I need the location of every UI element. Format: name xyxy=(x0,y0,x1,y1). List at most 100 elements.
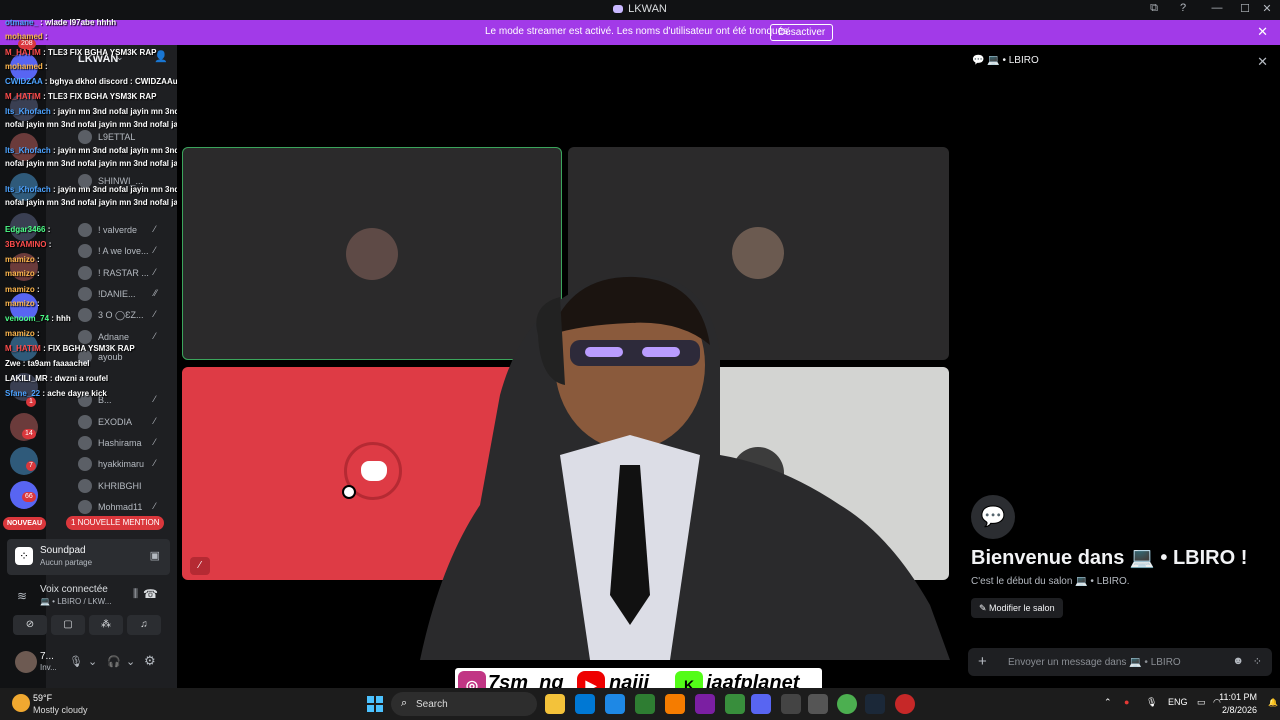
display-icon[interactable]: ▭ xyxy=(1197,697,1206,708)
tray-app-icon[interactable]: ● xyxy=(1124,697,1129,707)
banner-message: Le mode streamer est activé. Les noms d'… xyxy=(485,26,791,37)
avatar xyxy=(346,228,398,280)
settings-gear-icon[interactable]: ⚙ xyxy=(144,653,156,669)
user-status: Inv... xyxy=(40,663,57,672)
stage-mic-icon[interactable]: ⁄ xyxy=(190,557,210,575)
chat-message: mohamed : xyxy=(5,32,48,41)
close-window-button[interactable]: ✕ xyxy=(1258,2,1276,18)
inbox-icon[interactable]: ⧉ xyxy=(1145,2,1163,18)
avatar xyxy=(78,479,92,493)
disconnect-icon[interactable]: ☎ xyxy=(143,587,158,601)
disable-streamer-button[interactable]: Désactiver xyxy=(770,24,834,41)
clock-time[interactable]: 11:01 PM xyxy=(1219,692,1257,702)
start-button[interactable] xyxy=(367,696,383,712)
list-item[interactable]: Mohmad11 ⁄ xyxy=(76,498,176,518)
microphone-icon[interactable]: 🎙 xyxy=(1146,697,1157,708)
help-icon[interactable]: ? xyxy=(1174,2,1192,18)
minimize-button[interactable]: — xyxy=(1208,2,1226,18)
list-item[interactable]: hyakkimaru ⁄ xyxy=(76,455,176,475)
share-screen-icon[interactable]: ▣ xyxy=(150,549,160,562)
search-box[interactable]: ⌕ Search xyxy=(391,692,537,716)
activities-icon[interactable]: ⁂ xyxy=(89,615,123,635)
list-item[interactable]: KHRIBGHI xyxy=(76,477,176,497)
unread-badge: 14 xyxy=(22,429,36,439)
unread-badge: 7 xyxy=(26,461,36,471)
discord-taskbar-icon[interactable] xyxy=(751,694,771,714)
voice-connected-label[interactable]: Voix connectée xyxy=(40,584,108,595)
list-item[interactable]: EXODIA ⁄ xyxy=(76,413,176,433)
message-input[interactable]: Envoyer un message dans 💻 • LBIRO xyxy=(1008,657,1181,668)
welcome-subtitle: C'est le début du salon 💻 • LBIRO. xyxy=(971,576,1130,587)
chevron-up-icon[interactable]: ⌃ xyxy=(1104,697,1112,708)
avatar[interactable] xyxy=(15,651,37,673)
voice-channel-label: 💻 • LBIRO / LKW... xyxy=(40,597,112,606)
text-chat-panel: 💬 💻 • LBIRO ✕ 💬 Bienvenue dans 💻 • LBIRO… xyxy=(962,45,1280,688)
notification-bell-icon[interactable]: 🔔 xyxy=(1268,698,1278,707)
app-icon[interactable] xyxy=(808,694,828,714)
weather-icon[interactable] xyxy=(12,694,30,712)
app-icon[interactable] xyxy=(605,694,625,714)
soundpad-title: Soundpad xyxy=(40,545,86,556)
chevron-down-icon[interactable]: ⌄ xyxy=(126,655,135,668)
edge-icon[interactable] xyxy=(575,694,595,714)
chat-message: otmane_ : wlade l97abe hhhh xyxy=(5,18,117,27)
chat-bubble-icon: 💬 xyxy=(971,495,1015,539)
voice-actions: ⊘ ▢ ⁂ ♫ xyxy=(7,613,170,637)
avatar xyxy=(78,457,92,471)
user-name: 7... xyxy=(40,651,54,662)
chevron-down-icon[interactable]: ⌄ xyxy=(88,655,97,668)
speaking-indicator-icon xyxy=(342,485,356,499)
new-messages-pill[interactable]: NOUVEAU xyxy=(3,517,47,530)
avatar xyxy=(78,500,92,514)
noise-suppression-icon[interactable]: ⫼ xyxy=(133,588,138,601)
app-icon[interactable] xyxy=(635,694,655,714)
chrome-icon[interactable] xyxy=(837,694,857,714)
weather-temp[interactable]: 59°F xyxy=(33,693,52,703)
weather-desc[interactable]: Mostly cloudy xyxy=(33,705,88,715)
muted-icon: ⁄ xyxy=(154,437,156,447)
taskbar: 59°F Mostly cloudy ⌕ Search ⌃ ● 🎙 ENG ▭ … xyxy=(0,688,1280,720)
discord-logo-icon xyxy=(613,5,624,13)
clock-date[interactable]: 2/8/2026 xyxy=(1222,705,1257,715)
unread-badge: 66 xyxy=(22,492,36,502)
soundboard-icon[interactable]: ♫ xyxy=(127,615,161,635)
list-item[interactable]: Hashirama ⁄ xyxy=(76,434,176,454)
channel-header: 💬 💻 • LBIRO xyxy=(972,55,1039,66)
new-mention-pill[interactable]: 1 NOUVELLE MENTION xyxy=(66,516,165,530)
app-icon[interactable] xyxy=(781,694,801,714)
screen-share-icon[interactable]: ▢ xyxy=(51,615,85,635)
add-attachment-icon[interactable]: + xyxy=(978,653,987,670)
apps-icon[interactable]: ⁘ xyxy=(1253,655,1262,668)
app-icon[interactable] xyxy=(695,694,715,714)
voice-status: ≋ Voix connectée 💻 • LBIRO / LKW... ⫼ ☎ xyxy=(7,581,170,611)
emoji-icon[interactable]: ☻ xyxy=(1232,655,1244,667)
discord-logo-icon xyxy=(361,461,387,481)
muted-icon: ⁄ xyxy=(154,501,156,511)
microphone-icon[interactable]: 🎙 xyxy=(69,655,83,668)
webcam-overlay xyxy=(420,274,950,660)
camera-off-icon[interactable]: ⊘ xyxy=(13,615,47,635)
headphones-icon[interactable]: 🎧 xyxy=(107,655,121,668)
soundpad-icon: ⁘ xyxy=(15,547,33,565)
close-chat-icon[interactable]: ✕ xyxy=(1257,54,1268,70)
search-icon: ⌕ xyxy=(401,697,408,709)
welcome-title: Bienvenue dans 💻 • LBIRO ! xyxy=(971,547,1248,569)
maximize-button[interactable]: ☐ xyxy=(1236,2,1254,18)
avatar xyxy=(78,436,92,450)
edit-channel-button[interactable]: ✎ Modifier le salon xyxy=(971,598,1063,618)
message-composer[interactable]: + Envoyer un message dans 💻 • LBIRO ☻ ⁘ xyxy=(968,648,1272,676)
user-panel: 7... Inv... 🎙 ⌄ 🎧 ⌄ ⚙ xyxy=(7,647,170,677)
banner-close-icon[interactable]: ✕ xyxy=(1257,24,1268,40)
soundpad-panel[interactable]: ⁘ Soundpad Aucun partage ▣ xyxy=(7,539,170,575)
steam-icon[interactable] xyxy=(865,694,885,714)
app-icon[interactable] xyxy=(895,694,915,714)
thread-icon: 💬 xyxy=(972,55,988,66)
muted-icon: ⁄ xyxy=(154,416,156,426)
app-icon[interactable] xyxy=(665,694,685,714)
app-icon[interactable] xyxy=(725,694,745,714)
file-explorer-icon[interactable] xyxy=(545,694,565,714)
avatar xyxy=(78,415,92,429)
muted-icon: ⁄ xyxy=(154,458,156,468)
soundpad-subtitle: Aucun partage xyxy=(40,558,93,567)
language-indicator[interactable]: ENG xyxy=(1168,697,1188,707)
